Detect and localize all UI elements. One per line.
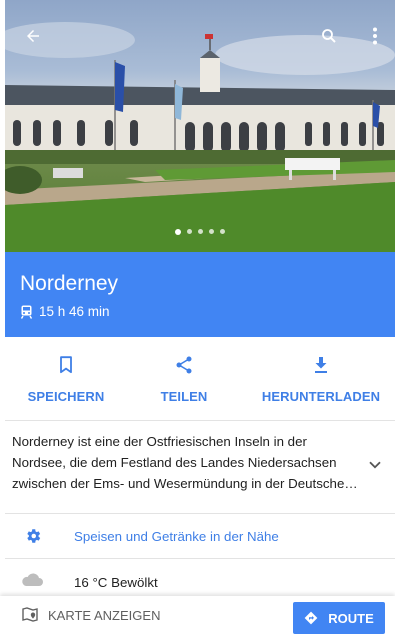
place-header: Norderney 15 h 46 min <box>5 252 395 337</box>
place-photo[interactable] <box>5 0 395 252</box>
save-button[interactable]: SPEICHERN <box>27 337 105 421</box>
nearby-food-link[interactable]: Speisen und Getränke in der Nähe <box>74 529 279 544</box>
photo-pager-dot <box>187 229 192 234</box>
route-button[interactable]: ROUTE <box>293 602 385 634</box>
show-map-label: KARTE ANZEIGEN <box>48 607 161 623</box>
download-icon <box>315 357 327 373</box>
bookmark-icon <box>60 356 72 374</box>
photo-pager-dot <box>198 229 203 234</box>
weather-text: 16 °C Bewölkt <box>74 575 158 590</box>
place-title: Norderney <box>20 272 119 295</box>
train-icon <box>20 305 33 319</box>
download-button[interactable]: HERUNTERLADEN <box>261 337 381 421</box>
travel-time-row: 15 h 46 min <box>20 304 110 319</box>
photo-pager-dot <box>220 229 225 234</box>
action-row: SPEICHERN TEILEN HERUNTERLADEN <box>5 337 395 421</box>
description-text: Norderney ist eine der Ostfriesischen In… <box>12 434 358 491</box>
save-label: SPEICHERN <box>27 389 105 404</box>
photo-pager-dot <box>175 228 181 235</box>
nearby-food-row[interactable]: Speisen und Getränke in der Nähe <box>5 514 395 559</box>
bottom-action-bar: KARTE ANZEIGEN ROUTE <box>0 596 395 639</box>
search-button[interactable] <box>315 22 343 50</box>
back-button[interactable] <box>19 22 47 50</box>
share-button[interactable]: TEILEN <box>155 337 213 421</box>
travel-time: 15 h 46 min <box>39 304 110 319</box>
share-icon <box>176 356 192 374</box>
more-vert-icon <box>373 27 377 45</box>
photo-pager-dot <box>209 229 214 234</box>
description-section[interactable]: Norderney ist eine der Ostfriesischen In… <box>5 421 395 514</box>
map-pin-icon <box>22 607 38 622</box>
weather-row: 16 °C Bewölkt <box>5 559 395 599</box>
gear-icon <box>27 529 41 543</box>
chevron-down-icon[interactable] <box>369 461 381 469</box>
route-label: ROUTE <box>328 610 374 626</box>
more-options-button[interactable] <box>361 22 389 50</box>
show-map-button[interactable]: KARTE ANZEIGEN <box>22 607 160 623</box>
photo-pager <box>5 228 395 235</box>
directions-icon <box>304 611 318 625</box>
share-label: TEILEN <box>160 389 208 404</box>
cloud-icon <box>22 573 43 586</box>
search-icon <box>322 29 336 43</box>
download-label: HERUNTERLADEN <box>261 389 381 404</box>
arrow-left-icon <box>27 30 39 42</box>
